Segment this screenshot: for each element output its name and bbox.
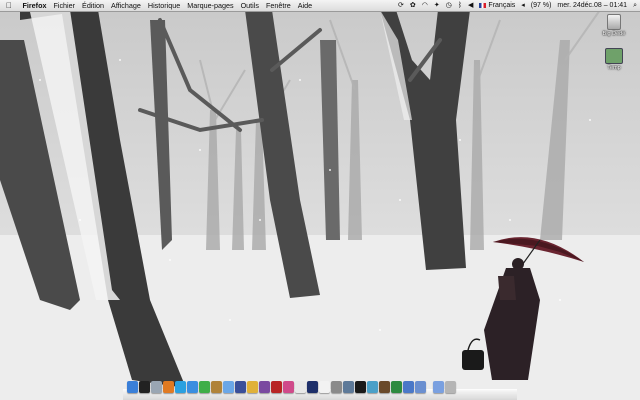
sync-icon[interactable]: ⟳: [395, 0, 407, 11]
dashboard-icon[interactable]: [139, 381, 150, 393]
downloads-folder-icon[interactable]: [433, 381, 444, 393]
calendar-icon[interactable]: [295, 381, 306, 393]
chess-icon[interactable]: [379, 381, 390, 393]
flag-icon: [479, 2, 487, 8]
menu-bar:  Firefox Fichier Édition Affichage Hist…: [0, 0, 640, 12]
itunes-icon[interactable]: [223, 381, 234, 393]
system-preferences-icon[interactable]: [331, 381, 342, 393]
volume-icon[interactable]: ◀: [465, 0, 476, 11]
stars-icon[interactable]: ✦: [431, 0, 443, 11]
wifi-icon[interactable]: ◠: [419, 0, 431, 11]
mail-icon[interactable]: [151, 381, 162, 393]
skype-icon[interactable]: [175, 381, 186, 393]
preview-icon[interactable]: [283, 381, 294, 393]
menu-marque-pages[interactable]: Marque-pages: [184, 0, 237, 11]
apple-menu-icon[interactable]: : [0, 1, 19, 10]
safari-icon[interactable]: [187, 381, 198, 393]
wallpaper-snow-scene: [0, 0, 640, 400]
desktop-icon-label: Big Dèdé: [602, 31, 626, 37]
input-menu[interactable]: Français: [476, 0, 518, 11]
activity-monitor-icon[interactable]: [391, 381, 402, 393]
dock: [123, 378, 517, 400]
back-icon[interactable]: ◂: [518, 0, 528, 11]
hard-drive-icon: [607, 14, 621, 30]
spotlight-icon[interactable]: ⌕: [630, 0, 640, 11]
app-menu[interactable]: Firefox: [19, 0, 50, 11]
photo-booth-icon[interactable]: [271, 381, 282, 393]
ichat-icon[interactable]: [199, 381, 210, 393]
network-icon[interactable]: [367, 381, 378, 393]
iphoto-icon[interactable]: [235, 381, 246, 393]
menu-affichage[interactable]: Affichage: [108, 0, 145, 11]
desktop-icon-big-dede[interactable]: Big Dèdé: [597, 14, 631, 37]
menu-edition[interactable]: Édition: [79, 0, 108, 11]
trash-icon[interactable]: [445, 381, 456, 393]
imovie-icon[interactable]: [259, 381, 270, 393]
menu-historique[interactable]: Historique: [144, 0, 183, 11]
utility-icon[interactable]: [343, 381, 354, 393]
menu-fichier[interactable]: Fichier: [50, 0, 79, 11]
firefox-icon[interactable]: [163, 381, 174, 393]
documents-folder-icon[interactable]: [415, 381, 426, 393]
desktop-icon-label: Temp: [607, 65, 621, 71]
menu-extras: ⟳ ✿ ◠ ✦ ◷ ᛒ ◀ Français ◂ (97 %) mer. 24d…: [395, 0, 640, 11]
folder-icon: [605, 48, 623, 64]
battery-status[interactable]: (97 %): [528, 0, 555, 11]
address-book-icon[interactable]: [211, 381, 222, 393]
desktop:  Firefox Fichier Édition Affichage Hist…: [0, 0, 640, 400]
paw-icon[interactable]: ✿: [407, 0, 419, 11]
photoshop-icon[interactable]: [307, 381, 318, 393]
applications-folder-icon[interactable]: [403, 381, 414, 393]
terminal-icon[interactable]: [355, 381, 366, 393]
clock[interactable]: mer. 24déc.08 – 01:41: [554, 0, 630, 11]
bluetooth-icon[interactable]: ᛒ: [455, 0, 465, 11]
menu-outils[interactable]: Outils: [237, 0, 262, 11]
menu-aide[interactable]: Aide: [294, 0, 315, 11]
textedit-icon[interactable]: [319, 381, 330, 393]
desktop-icon-temp[interactable]: Temp: [597, 48, 631, 71]
dock-icons: [127, 381, 456, 393]
finder-icon[interactable]: [127, 381, 138, 393]
menu-fenetre[interactable]: Fenêtre: [262, 0, 294, 11]
time-machine-icon[interactable]: ◷: [443, 0, 455, 11]
garageband-icon[interactable]: [247, 381, 258, 393]
